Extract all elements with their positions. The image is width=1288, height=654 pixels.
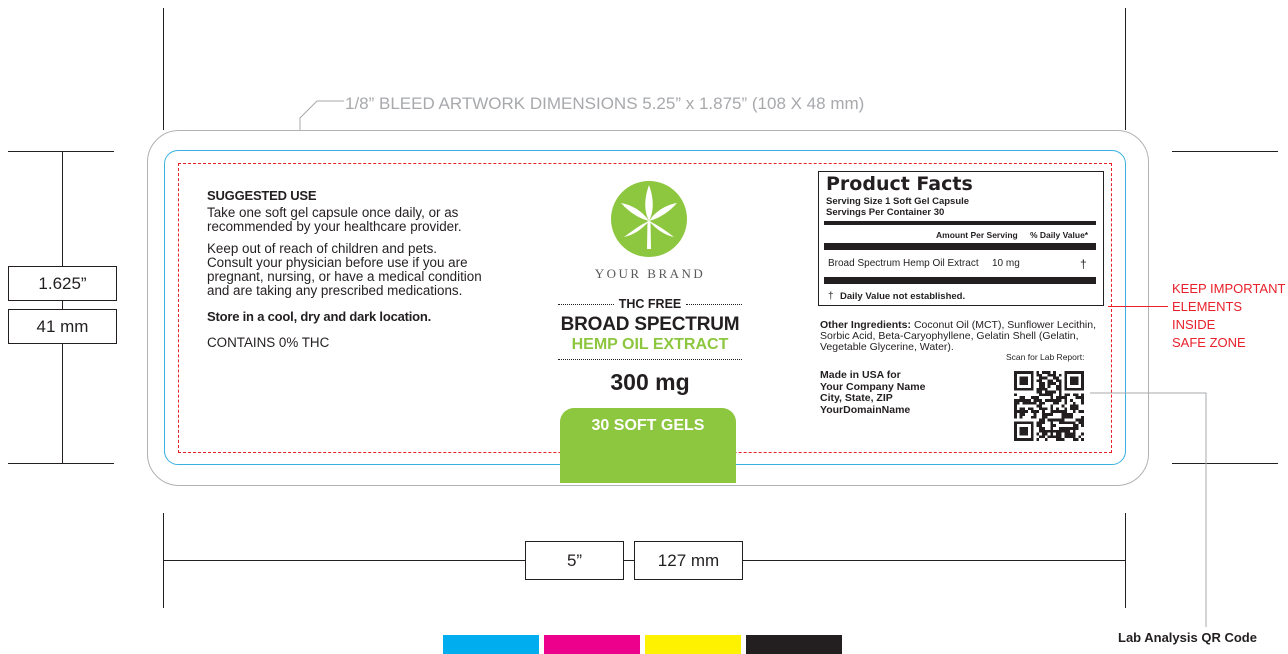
magenta-swatch — [544, 635, 640, 654]
lab-analysis-qr-label: Lab Analysis QR Code — [1118, 630, 1257, 645]
safe-zone-note-line-2: ELEMENTS INSIDE — [1172, 299, 1243, 332]
safe-zone-note-line-3: SAFE ZONE — [1172, 335, 1246, 350]
safe-zone-leader-line — [1108, 306, 1168, 307]
height-inches-box: 1.625” — [8, 266, 117, 301]
warning-line-2: Consult your physician before use if you… — [207, 255, 468, 270]
footnote-text: Daily Value not established. — [840, 291, 966, 302]
black-swatch — [746, 635, 842, 654]
facts-rule-top — [824, 221, 1096, 225]
cyan-swatch — [443, 635, 539, 654]
product-name-line-1: BROAD SPECTRUM — [560, 314, 740, 335]
other-ingredients: Other Ingredients: Coconut Oil (MCT), Su… — [820, 320, 1110, 353]
warning-line-4: and are taking any prescribed medication… — [207, 283, 463, 298]
width-inches-value: 5” — [566, 550, 583, 570]
width-inches-box: 5” — [525, 541, 624, 580]
qr-code-icon[interactable] — [1014, 371, 1084, 441]
crop-mark-left-top — [8, 151, 114, 152]
warning-line-1: Keep out of reach of children and pets. — [207, 241, 438, 256]
strength-separator — [558, 359, 742, 360]
suggested-use-line-1: Take one soft gel capsule once daily, or… — [207, 205, 459, 220]
qr-leader-line — [1090, 392, 1207, 627]
suggested-use-heading: SUGGESTED USE — [207, 188, 317, 203]
thc-free-dots-right — [686, 303, 742, 305]
facts-rule-header — [824, 243, 1096, 250]
height-mm-value: 41 mm — [36, 316, 89, 336]
safe-zone-note-line-1: KEEP IMPORTANT — [1172, 281, 1286, 296]
made-in-line-4: YourDomainName — [820, 403, 911, 416]
made-in-line-1: Made in USA for — [820, 369, 901, 381]
made-in-line-3: City, State, ZIP — [820, 392, 893, 404]
product-strength: 300 mg — [610, 369, 690, 395]
facts-rule-bottom — [824, 277, 1096, 284]
height-mm-box: 41 mm — [8, 309, 117, 344]
footnote-dagger: † — [828, 291, 834, 302]
cannabis-leaf-logo-icon — [611, 181, 687, 257]
product-name-line-2: HEMP OIL EXTRACT — [571, 336, 729, 353]
yellow-swatch — [645, 635, 741, 654]
thc-free-dots-left — [558, 303, 614, 305]
suggested-use-line-2: recommended by your healthcare provider. — [207, 219, 462, 234]
storage-instruction: Store in a cool, dry and dark location. — [207, 309, 432, 324]
bleed-dimensions-label: 1/8” BLEED ARTWORK DIMENSIONS 5.25” x 1.… — [345, 94, 865, 113]
thc-free-label: THC FREE — [618, 297, 682, 311]
height-inches-value: 1.625” — [38, 273, 87, 293]
crop-mark-right-top — [1172, 151, 1278, 152]
crop-mark-top-right — [1125, 8, 1126, 130]
suggested-use-section: SUGGESTED USE Take one soft gel capsule … — [207, 189, 507, 350]
width-mm-value: 127 mm — [657, 550, 720, 570]
warning-line-3: pregnant, nursing, or have a medical con… — [207, 269, 482, 284]
product-facts-title: Product Facts — [826, 173, 973, 195]
made-in-usa-block: Made in USA for Your Company Name City, … — [820, 369, 925, 416]
facts-row-dv: † — [1080, 257, 1087, 271]
daily-value-header: % Daily Value* — [1030, 230, 1089, 240]
bleed-leader-line — [299, 100, 344, 130]
thc-free-row: THC FREE — [558, 297, 742, 311]
soft-gels-count: 30 SOFT GELS — [591, 417, 705, 434]
crop-mark-top-left — [163, 8, 164, 130]
facts-row-amount: 10 mg — [992, 258, 1020, 269]
serving-size: Serving Size 1 Soft Gel Capsule — [826, 196, 970, 207]
thc-content-note: CONTAINS 0% THC — [207, 335, 330, 350]
safe-zone-note: KEEP IMPORTANT ELEMENTS INSIDE SAFE ZONE — [1172, 280, 1288, 352]
scan-for-lab-report: Scan for Lab Report: — [1006, 352, 1085, 362]
width-mm-box: 127 mm — [634, 541, 743, 580]
facts-row-name: Broad Spectrum Hemp Oil Extract — [828, 258, 979, 269]
height-dimension-line — [62, 151, 63, 463]
servings-per-container: Servings Per Container 30 — [826, 207, 945, 218]
crop-mark-left-bottom — [8, 463, 114, 464]
brand-name: YOUR BRAND — [594, 266, 706, 281]
amount-per-serving-header: Amount Per Serving — [936, 230, 1018, 240]
